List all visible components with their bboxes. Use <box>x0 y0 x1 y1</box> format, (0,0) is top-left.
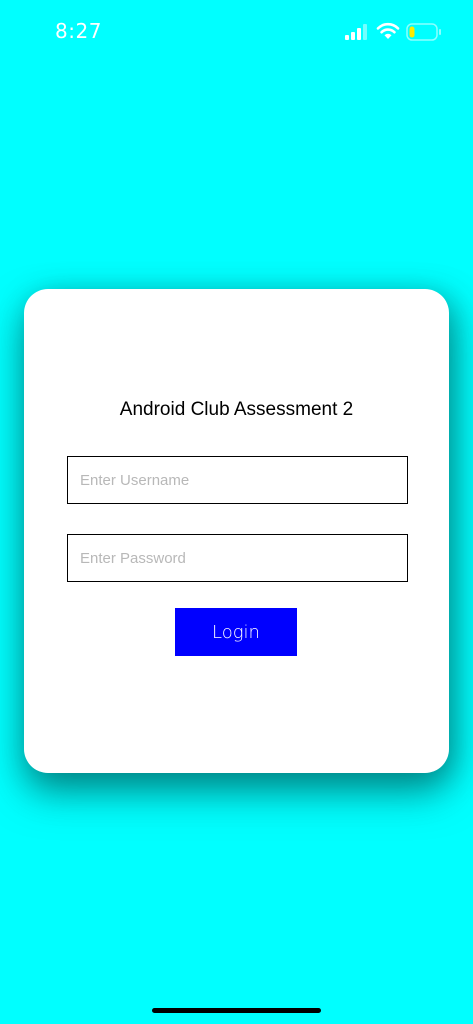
password-input[interactable] <box>67 534 408 582</box>
page-title: Android Club Assessment 2 <box>119 399 354 420</box>
status-time: 8:27 <box>55 19 102 43</box>
battery-icon <box>406 23 441 41</box>
wifi-icon <box>376 22 400 39</box>
login-button[interactable]: Login <box>175 608 297 656</box>
status-bar: 8:27 <box>0 0 473 62</box>
username-input[interactable] <box>67 456 408 504</box>
signal-icon <box>345 24 367 40</box>
login-card: Android Club Assessment 2 Login <box>24 289 449 773</box>
home-indicator[interactable] <box>152 1008 321 1013</box>
